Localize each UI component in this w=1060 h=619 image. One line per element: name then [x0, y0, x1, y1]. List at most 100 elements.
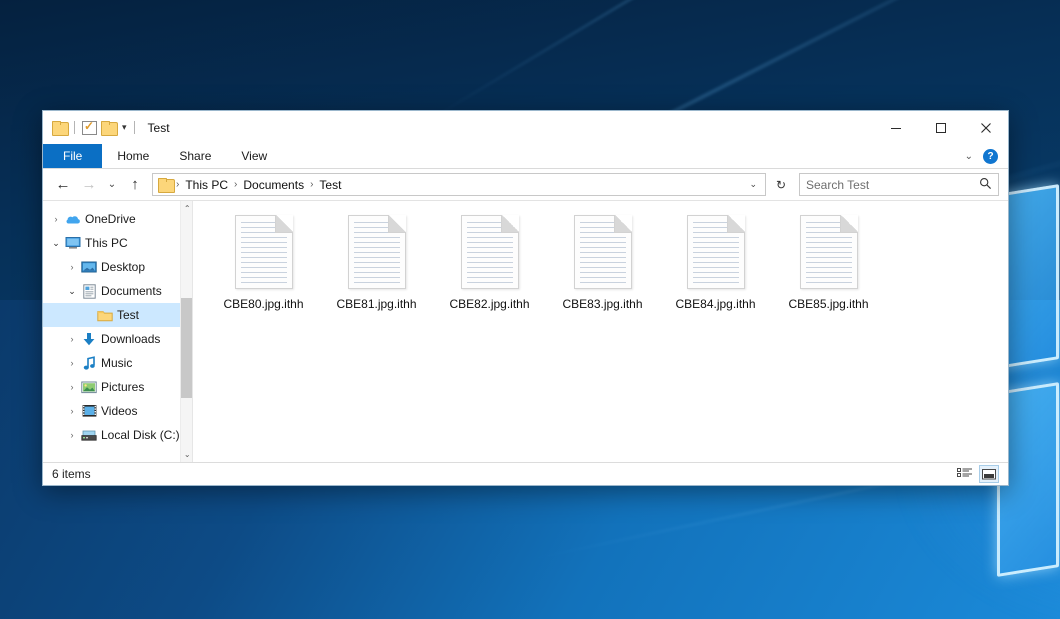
chevron-right-icon[interactable]: › — [65, 406, 79, 416]
generic-document-icon — [800, 215, 858, 289]
file-list-pane[interactable]: CBE80.jpg.ithh CBE81.jpg.ithh CBE82.jpg.it… — [192, 201, 1008, 462]
tab-share[interactable]: Share — [164, 144, 226, 168]
breadcrumb-separator[interactable]: › — [176, 179, 179, 190]
scroll-down-icon[interactable]: ⌄ — [180, 447, 192, 462]
item-count-label: 6 items — [52, 467, 91, 481]
file-explorer-window: ▾ Test File Home Share View — [42, 110, 1009, 486]
chevron-right-icon[interactable]: › — [65, 382, 79, 392]
file-item[interactable]: CBE83.jpg.ithh — [546, 213, 659, 331]
file-item[interactable]: CBE84.jpg.ithh — [659, 213, 772, 331]
window-title: Test — [148, 121, 170, 135]
sidebar-item-label: Local Disk (C:) — [99, 428, 180, 442]
chevron-down-icon[interactable]: ▾ — [122, 123, 127, 132]
breadcrumb-item-documents[interactable]: Documents — [240, 178, 307, 192]
up-button[interactable]: ↑ — [124, 174, 146, 196]
new-folder-icon[interactable] — [101, 121, 116, 134]
downloads-icon — [79, 332, 99, 347]
properties-checkbox-icon[interactable] — [82, 121, 97, 135]
sidebar-item-downloads[interactable]: ›Downloads — [43, 327, 180, 351]
sidebar-item-videos[interactable]: › Videos — [43, 399, 180, 423]
folder-icon — [158, 178, 173, 191]
sidebar-item-pictures[interactable]: ›Pictures — [43, 375, 180, 399]
breadcrumb[interactable]: › This PC › Documents › Test ⌄ — [152, 173, 766, 196]
folder-icon — [95, 309, 115, 322]
chevron-right-icon[interactable]: › — [65, 262, 79, 272]
scrollbar-thumb[interactable] — [181, 298, 192, 398]
navigation-pane: ›OneDrive⌄This PC›Desktop⌄DocumentsTest›… — [43, 201, 192, 462]
scroll-up-icon[interactable]: ⌃ — [180, 201, 192, 216]
sidebar-item-local-disk-c[interactable]: › Local Disk (C:) — [43, 423, 180, 447]
close-button[interactable] — [963, 111, 1008, 144]
desktop-background: ▾ Test File Home Share View — [0, 0, 1060, 619]
file-item[interactable]: CBE82.jpg.ithh — [433, 213, 546, 331]
tab-file[interactable]: File — [43, 144, 102, 168]
large-icons-view-button[interactable] — [979, 465, 999, 483]
generic-document-icon — [235, 215, 293, 289]
documents-icon — [79, 284, 99, 299]
file-item[interactable]: CBE85.jpg.ithh — [772, 213, 885, 331]
generic-document-icon — [461, 215, 519, 289]
chevron-right-icon[interactable]: › — [65, 358, 79, 368]
status-bar: 6 items — [43, 462, 1008, 485]
chevron-down-icon[interactable]: ⌄ — [65, 286, 79, 297]
breadcrumb-item-this-pc[interactable]: This PC — [182, 178, 231, 192]
ribbon-tab-bar: File Home Share View ⌄ ? — [43, 144, 1008, 169]
chevron-down-icon[interactable]: ⌄ — [965, 151, 973, 162]
search-icon[interactable] — [979, 177, 992, 193]
generic-document-icon — [348, 215, 406, 289]
chevron-down-icon[interactable]: ⌄ — [749, 179, 760, 190]
music-icon — [79, 356, 99, 371]
details-view-button[interactable] — [955, 465, 975, 483]
maximize-button[interactable] — [918, 111, 963, 144]
tab-home[interactable]: Home — [102, 144, 164, 168]
folder-icon[interactable] — [52, 121, 67, 134]
sidebar-item-music[interactable]: › Music — [43, 351, 180, 375]
onedrive-icon — [63, 213, 83, 226]
navigation-scrollbar[interactable]: ⌃ ⌄ — [180, 201, 192, 462]
address-bar: ← → ⌄ ↑ › This PC › Documents › Test ⌄ ↻… — [43, 169, 1008, 200]
file-name-label: CBE85.jpg.ithh — [788, 297, 868, 311]
file-name-label: CBE80.jpg.ithh — [223, 297, 303, 311]
chevron-right-icon[interactable]: › — [65, 430, 79, 440]
quick-access-toolbar: ▾ — [43, 121, 138, 135]
divider — [134, 121, 135, 134]
ribbon-right-controls: ⌄ ? — [965, 144, 1008, 168]
sidebar-item-documents[interactable]: ⌄ Documents — [43, 279, 180, 303]
sidebar-item-label: This PC — [83, 236, 128, 250]
chevron-right-icon[interactable]: › — [65, 334, 79, 344]
breadcrumb-separator[interactable]: › — [310, 179, 313, 190]
file-name-label: CBE81.jpg.ithh — [336, 297, 416, 311]
sidebar-item-this-pc[interactable]: ⌄ This PC — [43, 231, 180, 255]
window-controls — [873, 111, 1008, 144]
sidebar-item-label: Desktop — [99, 260, 145, 274]
back-button[interactable]: ← — [52, 174, 74, 196]
thispc-icon — [63, 236, 83, 250]
file-item[interactable]: CBE81.jpg.ithh — [320, 213, 433, 331]
sidebar-item-desktop[interactable]: › Desktop — [43, 255, 180, 279]
sidebar-item-label: Music — [99, 356, 132, 370]
sidebar-item-label: Videos — [99, 404, 137, 418]
minimize-button[interactable] — [873, 111, 918, 144]
disk-icon — [79, 429, 99, 442]
recent-locations-button[interactable]: ⌄ — [104, 174, 120, 196]
search-input[interactable]: Search Test — [799, 173, 999, 196]
refresh-button[interactable]: ↻ — [770, 173, 792, 196]
file-item[interactable]: CBE80.jpg.ithh — [207, 213, 320, 331]
view-buttons — [955, 465, 999, 483]
file-name-label: CBE83.jpg.ithh — [562, 297, 642, 311]
breadcrumb-item-test[interactable]: Test — [316, 178, 344, 192]
sidebar-item-onedrive[interactable]: ›OneDrive — [43, 207, 180, 231]
tab-view[interactable]: View — [226, 144, 282, 168]
window-body: ›OneDrive⌄This PC›Desktop⌄DocumentsTest›… — [43, 200, 1008, 462]
desktop-icon — [79, 261, 99, 274]
scrollbar-track[interactable] — [180, 216, 192, 447]
file-grid: CBE80.jpg.ithh CBE81.jpg.ithh CBE82.jpg.it… — [193, 211, 1008, 331]
chevron-down-icon[interactable]: ⌄ — [49, 238, 63, 249]
forward-button[interactable]: → — [78, 174, 100, 196]
sidebar-item-label: Documents — [99, 284, 162, 298]
sidebar-item-test[interactable]: Test — [43, 303, 180, 327]
breadcrumb-separator[interactable]: › — [234, 179, 237, 190]
chevron-right-icon[interactable]: › — [49, 214, 63, 224]
generic-document-icon — [574, 215, 632, 289]
help-icon[interactable]: ? — [983, 149, 998, 164]
